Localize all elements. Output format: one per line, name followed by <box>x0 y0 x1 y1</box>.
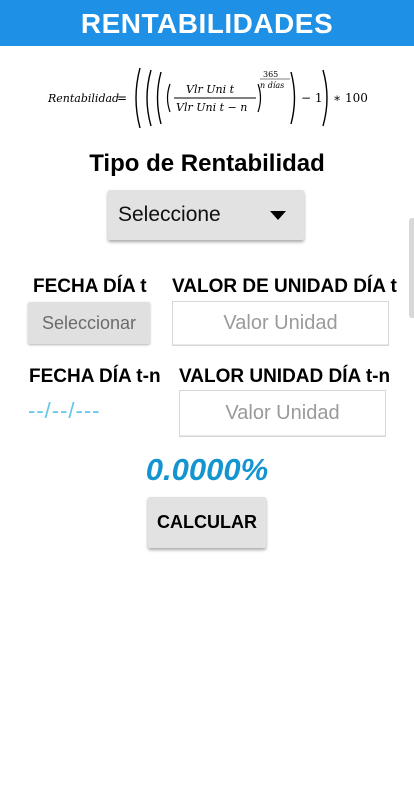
seleccionar-fecha-button[interactable]: Seleccionar <box>28 302 150 344</box>
tipo-rentabilidad-dropdown[interactable]: Seleccione <box>108 190 304 240</box>
tipo-rentabilidad-title: Tipo de Rentabilidad <box>89 150 325 177</box>
formula-exp-num: 365 <box>263 70 278 79</box>
formula-paren-right-3 <box>290 71 296 125</box>
rentabilidad-formula: Rentabilidad = Vlr Uni t Vlr Uni t − n 3… <box>47 67 368 129</box>
formula-paren-left-1 <box>135 67 141 129</box>
formula-denominator: Vlr Uni t − n <box>176 101 247 114</box>
valor-unidad-tn-input[interactable]: Valor Unidad <box>179 390 386 437</box>
formula-paren-left-4 <box>166 83 171 113</box>
calcular-button[interactable]: CALCULAR <box>148 497 266 548</box>
formula-equals: = <box>117 91 127 105</box>
formula-paren-left-2 <box>146 69 152 127</box>
formula-exp-den: n días <box>260 81 284 90</box>
app-header: RENTABILIDADES <box>0 0 414 46</box>
fecha-tn-value[interactable]: --/--/--- <box>28 398 101 424</box>
valor-unidad-t-input[interactable]: Valor Unidad <box>172 301 389 346</box>
formula-minus-one: − 1 <box>301 91 323 105</box>
dropdown-selected-value: Seleccione <box>118 203 221 226</box>
formula-paren-right-2 <box>322 69 328 127</box>
fecha-dia-tn-label: FECHA DÍA t-n <box>29 366 161 387</box>
formula-lhs: Rentabilidad <box>47 92 119 105</box>
app-title: RENTABILIDADES <box>80 8 334 39</box>
formula-paren-left-3 <box>156 71 162 125</box>
edge-handle[interactable] <box>409 218 414 318</box>
valor-unidad-dia-tn-label: VALOR UNIDAD DÍA t-n <box>179 366 391 387</box>
rentabilidad-result: 0.0000% <box>145 452 269 487</box>
caret-down-icon <box>270 210 286 220</box>
valor-unidad-dia-t-label: VALOR DE UNIDAD DÍA t <box>172 276 397 297</box>
fecha-dia-t-label: FECHA DÍA t <box>33 276 147 297</box>
formula-numerator: Vlr Uni t <box>186 83 235 96</box>
formula-times-100: ∗ 100 <box>333 91 368 105</box>
